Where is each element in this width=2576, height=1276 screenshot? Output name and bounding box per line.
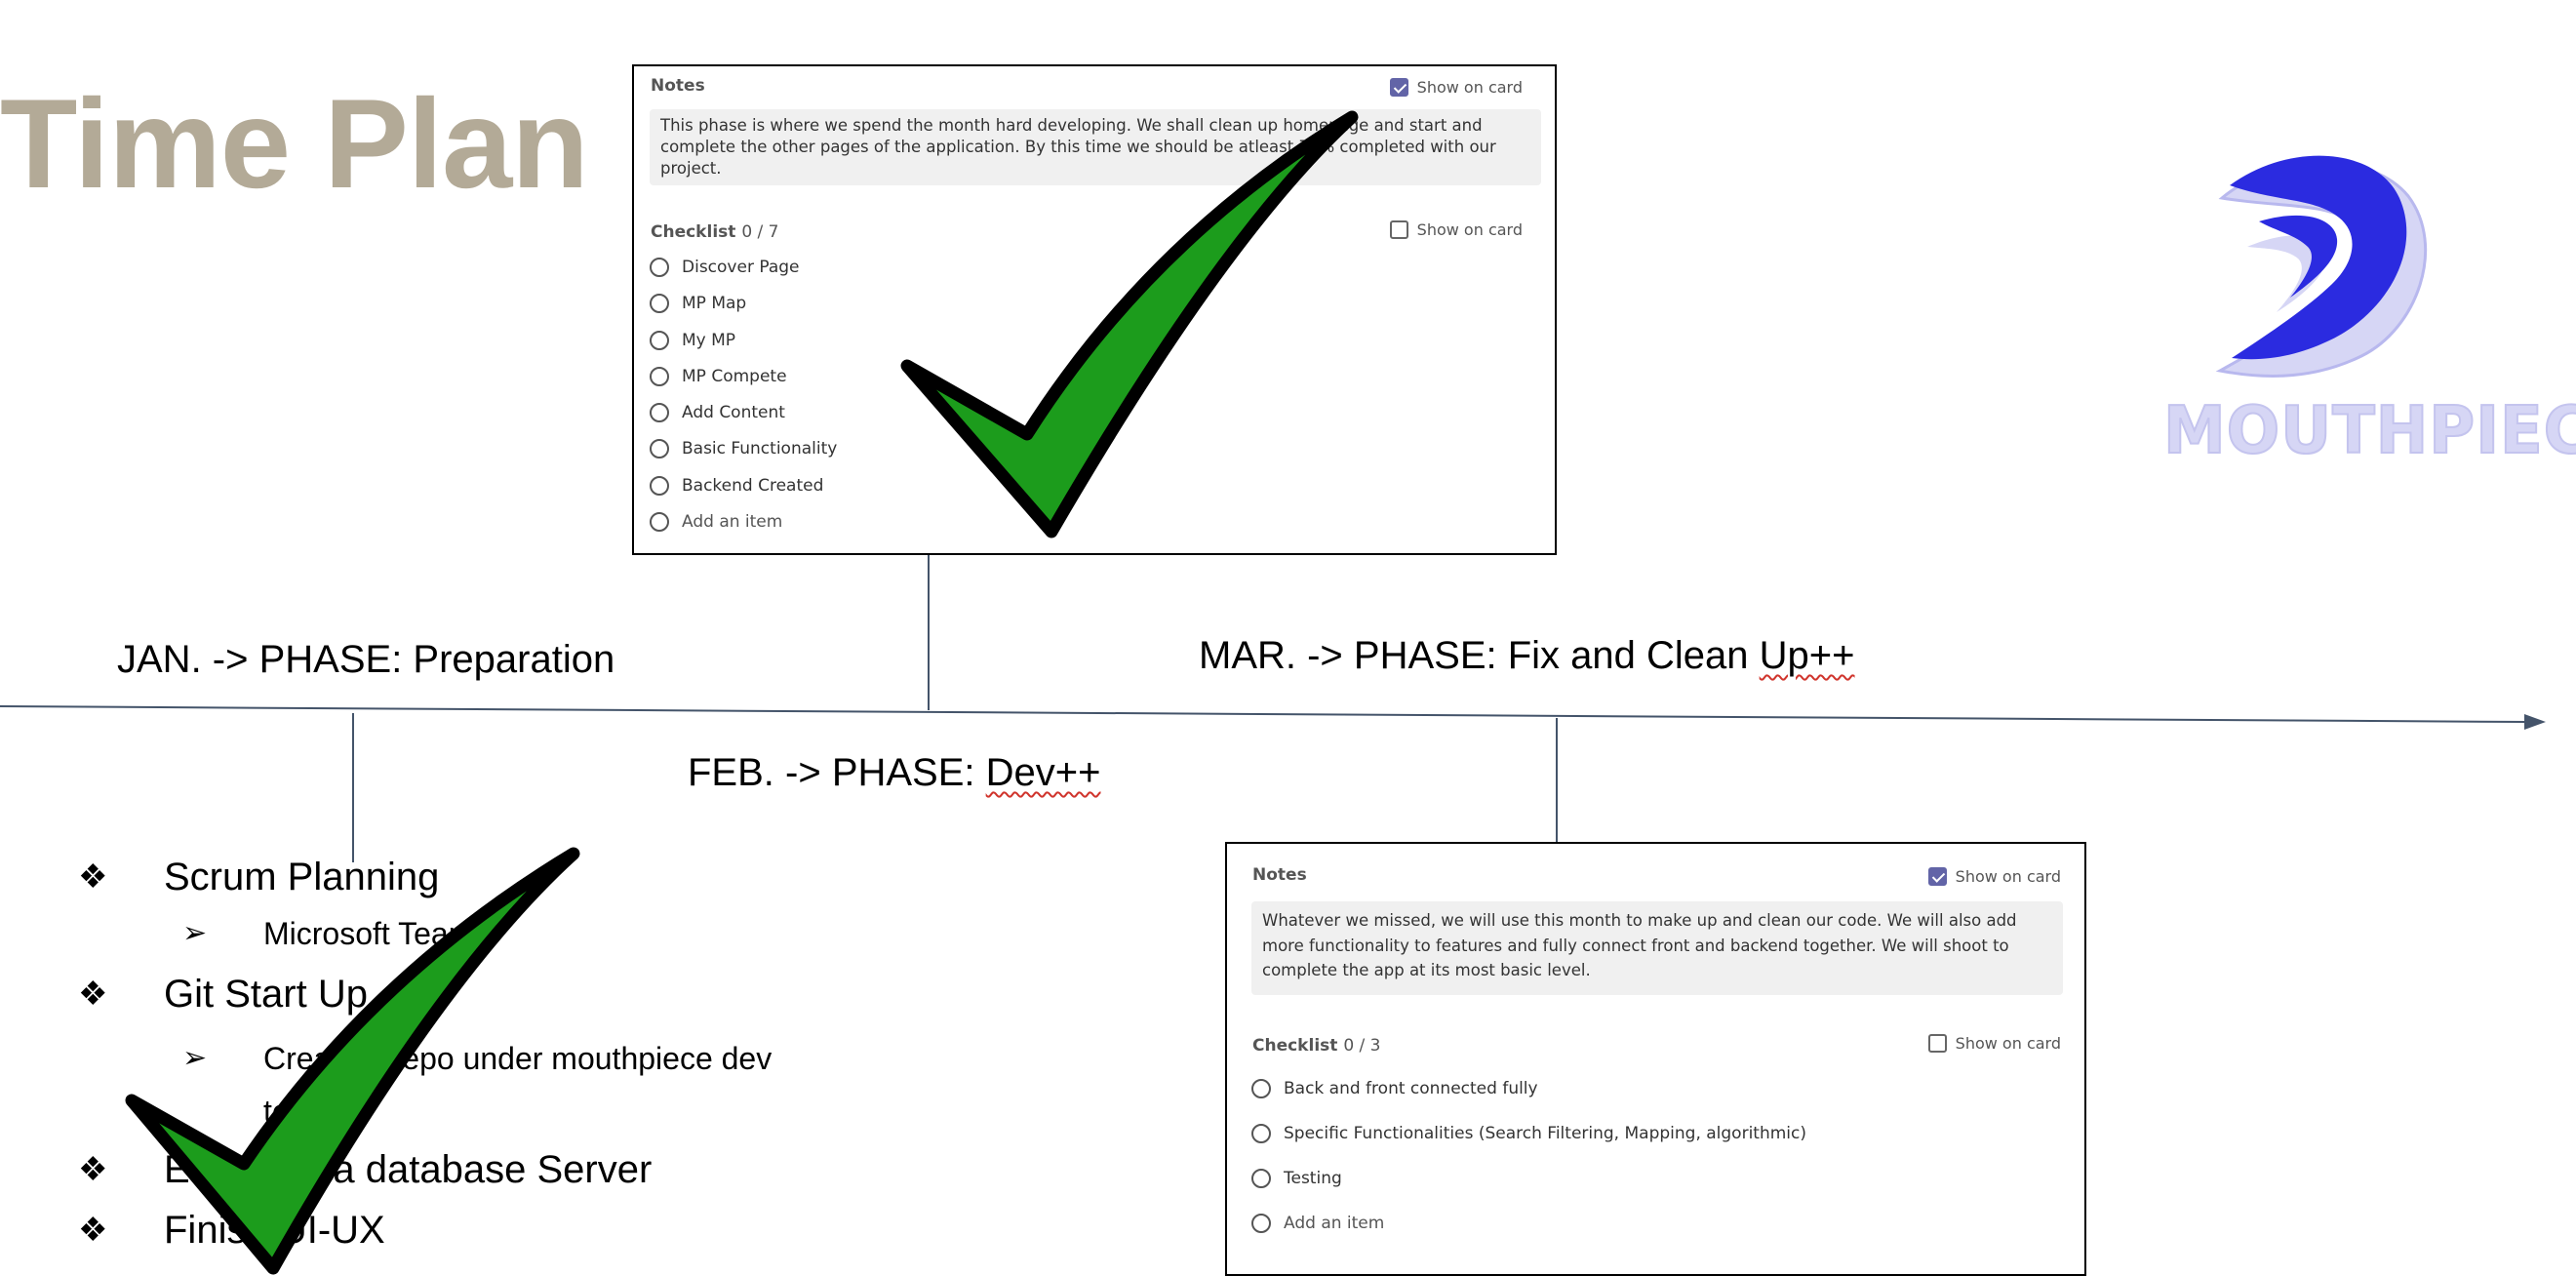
logo-text: MOUTHPIECE [2162, 392, 2576, 470]
checkmark-icon-top [900, 110, 1359, 538]
checkmark-icon-bottom [125, 847, 580, 1275]
